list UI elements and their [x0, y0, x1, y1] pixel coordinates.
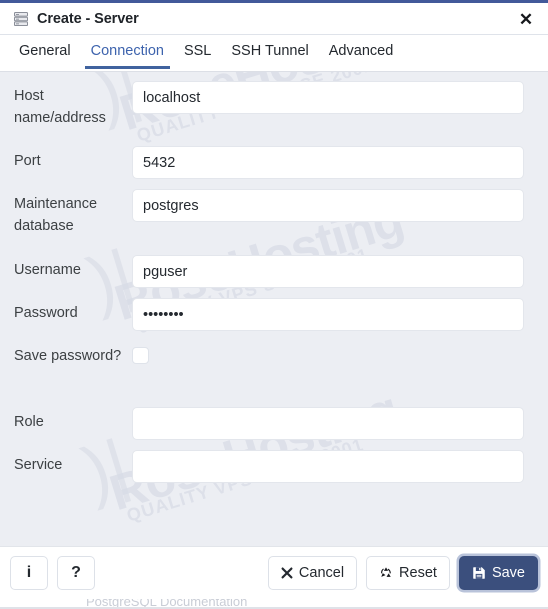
help-button[interactable]: ? — [57, 556, 95, 590]
label-service: Service — [14, 457, 63, 473]
label-port: Port — [14, 153, 41, 169]
create-server-dialog: Create - Server ✕ General Connection SSL… — [0, 0, 548, 609]
service-input[interactable] — [132, 450, 524, 483]
label-username: Username — [14, 262, 81, 278]
connection-form: )| RoseHosting QUALITY VPS SINCE 2001 )|… — [0, 72, 548, 556]
tab-advanced[interactable]: Advanced — [319, 36, 404, 68]
save-floppy-icon — [472, 566, 486, 580]
label-role: Role — [14, 414, 44, 430]
server-icon — [13, 11, 29, 27]
help-icon: ? — [71, 564, 81, 581]
port-input[interactable] — [132, 146, 524, 179]
close-icon[interactable]: ✕ — [514, 8, 538, 30]
label-maintenance-database: Maintenance database — [14, 196, 98, 234]
field-row-username: Username — [0, 255, 548, 288]
tab-connection[interactable]: Connection — [81, 36, 174, 69]
info-button[interactable]: i — [10, 556, 48, 590]
cancel-button[interactable]: Cancel — [267, 556, 358, 590]
tab-ssh-tunnel[interactable]: SSH Tunnel — [221, 36, 318, 68]
field-row-service: Service — [0, 450, 548, 483]
save-button[interactable]: Save — [458, 556, 538, 590]
tab-ssl[interactable]: SSL — [174, 36, 221, 68]
field-row-host: Host name/address — [0, 81, 548, 129]
host-name-address-input[interactable] — [132, 81, 524, 114]
save-password-checkbox[interactable] — [132, 347, 149, 364]
dialog-footer: i ? Cancel Reset Save — [0, 546, 548, 599]
tab-general[interactable]: General — [9, 36, 81, 68]
cancel-label: Cancel — [298, 565, 345, 581]
label-password: Password — [14, 305, 78, 321]
maintenance-database-input[interactable] — [132, 189, 524, 222]
background-page-sliver: PostgreSQL Documentation — [0, 599, 548, 609]
reset-button[interactable]: Reset — [366, 556, 450, 590]
field-row-role: Role — [0, 407, 548, 440]
field-row-port: Port — [0, 146, 548, 179]
label-host-name-address: Host name/address — [14, 88, 106, 126]
tab-bar: General Connection SSL SSH Tunnel Advanc… — [0, 36, 548, 72]
role-input[interactable] — [132, 407, 524, 440]
field-row-save-password: Save password? — [0, 341, 548, 367]
dialog-titlebar: Create - Server ✕ — [0, 3, 548, 35]
dialog-title: Create - Server — [37, 10, 139, 27]
reset-label: Reset — [399, 565, 437, 581]
info-icon: i — [26, 564, 32, 581]
label-save-password: Save password? — [14, 348, 122, 364]
password-input[interactable] — [132, 298, 524, 331]
username-input[interactable] — [132, 255, 524, 288]
recycle-icon — [379, 566, 393, 580]
field-row-password: Password — [0, 298, 548, 331]
field-row-maintenance-database: Maintenance database — [0, 189, 548, 237]
close-x-icon — [281, 567, 293, 579]
save-label: Save — [491, 565, 525, 581]
